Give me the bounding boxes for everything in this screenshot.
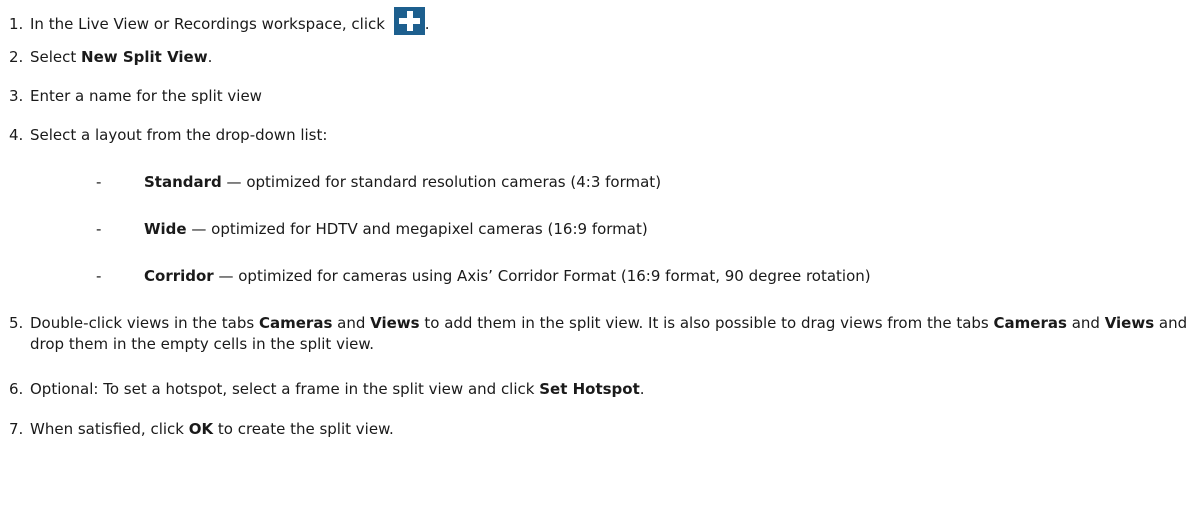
cameras-tab-label: Cameras [258, 314, 333, 332]
instruction-document: 1. In the Live View or Recordings workspa… [0, 0, 1197, 515]
cameras-tab-label: Cameras [993, 314, 1067, 332]
layout-option-wide: - Wide — optimized for HDTV and megapixel… [96, 219, 648, 240]
bullet-dash: - [96, 220, 102, 238]
views-tab-label: Views [370, 314, 420, 332]
step-number: 4. [9, 126, 24, 144]
step-4: 4. Select a layout from the drop-down lis… [9, 125, 327, 146]
set-hotspot-label: Set Hotspot [539, 380, 640, 398]
step-7: 7. When satisfied, click OK to create the… [9, 419, 394, 440]
step-5: 5. Double-click views in the tabs Cameras… [9, 313, 1189, 355]
step-text: When satisfied, click OK to create the s… [30, 420, 394, 438]
layout-option-corridor: - Corridor — optimized for cameras using … [96, 266, 871, 287]
layout-description: — optimized for HDTV and megapixel camer… [186, 220, 648, 238]
layout-description: — optimized for cameras using Axis’ Corr… [213, 267, 871, 285]
views-tab-label: Views [1104, 314, 1155, 332]
step-1: 1. In the Live View or Recordings workspa… [9, 7, 429, 35]
layout-description: — optimized for standard resolution came… [221, 173, 662, 191]
plus-icon [393, 7, 425, 35]
layout-name: Corridor [144, 267, 214, 285]
layout-name: Standard [144, 173, 222, 191]
step-number: 5. [9, 314, 24, 332]
step-2: 2. Select New Split View. [9, 47, 212, 68]
step-text: Enter a name for the split view [30, 87, 262, 105]
step-text: Double-click views in the tabs Cameras a… [30, 314, 1188, 353]
step-6: 6. Optional: To set a hotspot, select a f… [9, 379, 645, 400]
bullet-dash: - [96, 173, 102, 191]
step-number: 6. [9, 380, 24, 398]
layout-option-standard: - Standard — optimized for standard resol… [96, 172, 661, 193]
new-split-view-label: New Split View [81, 48, 208, 66]
step-text: Select New Split View. [30, 48, 213, 66]
step-number: 7. [9, 420, 24, 438]
bullet-dash: - [96, 267, 102, 285]
step-text: Optional: To set a hotspot, select a fra… [30, 380, 645, 398]
step-text: Select a layout from the drop-down list: [30, 126, 328, 144]
ok-label: OK [188, 420, 214, 438]
layout-name: Wide [144, 220, 187, 238]
step-number: 1. [9, 15, 24, 33]
step-3: 3. Enter a name for the split view [9, 86, 262, 107]
step-number: 3. [9, 87, 24, 105]
step-text: In the Live View or Recordings workspace… [30, 7, 429, 35]
step-number: 2. [9, 48, 24, 66]
